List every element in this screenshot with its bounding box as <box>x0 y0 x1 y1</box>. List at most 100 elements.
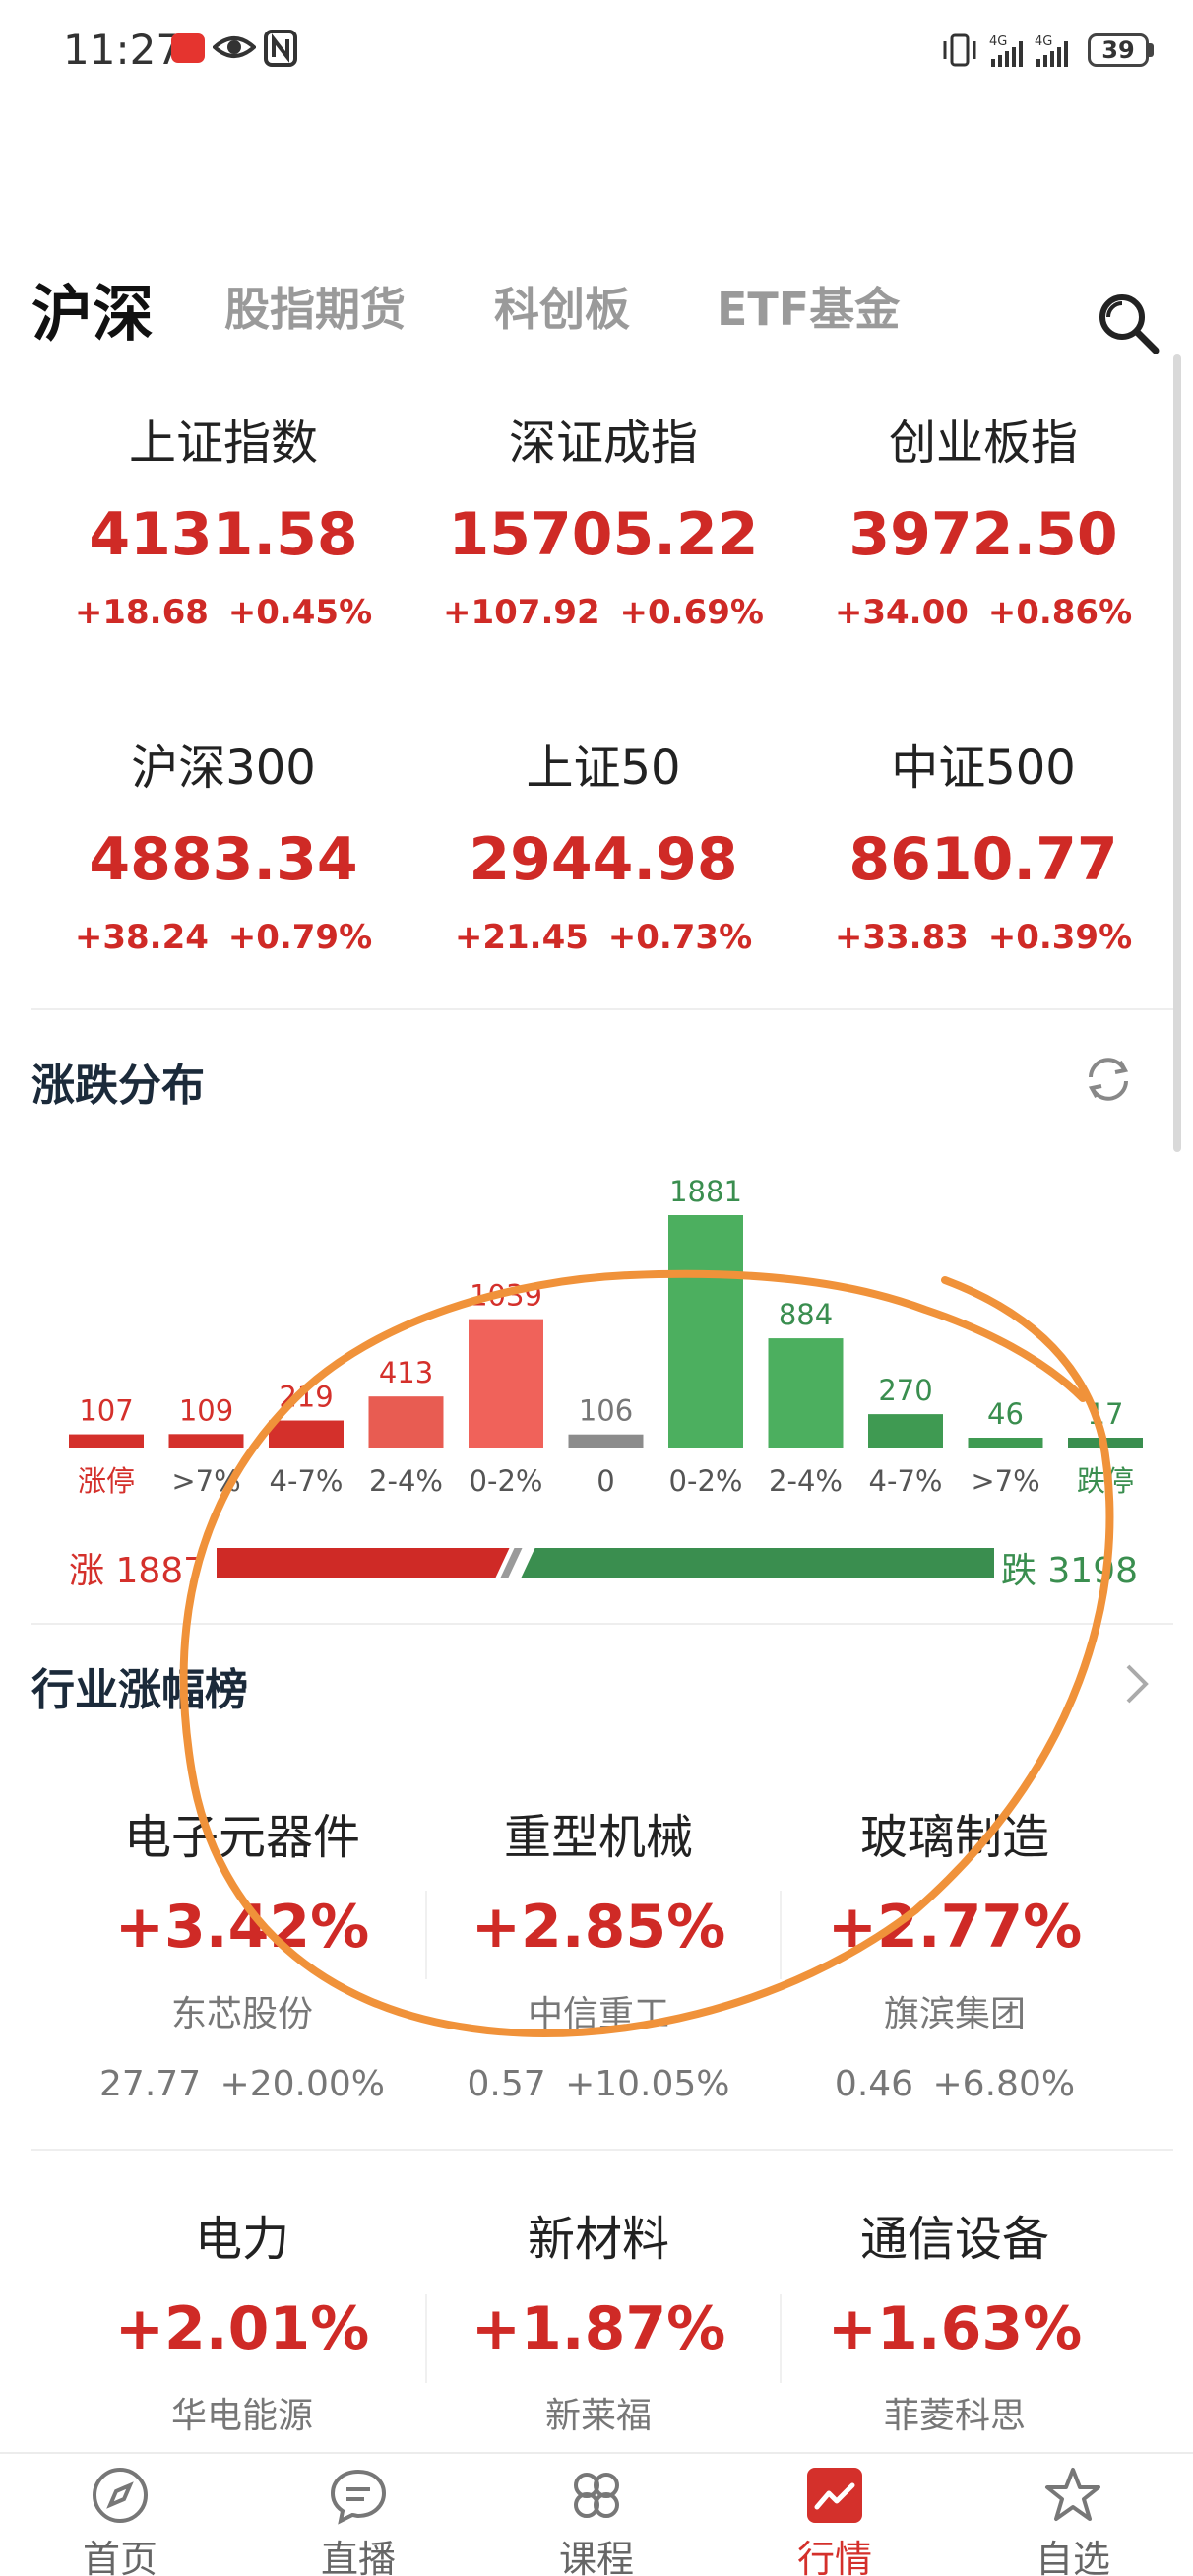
leading-stock: 新莱福 <box>544 2396 652 2436</box>
industry-card[interactable]: 玻璃制造 +2.77% 旗滨集团 0.46 +6.80% <box>778 1798 1132 2104</box>
index-card-csi500[interactable]: 中证500 8610.77 +33.83 +0.39% <box>791 729 1175 957</box>
nav-watchlist[interactable]: 自选 <box>994 2464 1152 2576</box>
industry-change: +2.77% <box>827 1893 1083 1962</box>
status-time: 11:27 <box>63 26 183 74</box>
nfc-icon <box>264 30 297 67</box>
leading-stock: 旗滨集团 <box>883 1994 1026 2034</box>
leading-stock-price: 27.77 +20.00% <box>99 2064 385 2104</box>
up-count-label: 涨 1887 <box>69 1551 207 1591</box>
index-card-sse50[interactable]: 上证50 2944.98 +21.45 +0.73% <box>411 729 795 957</box>
distribution-chart: 107 涨停 109 >7% 219 4-7% 413 2-4% 1039 0-2% 106 0 188… <box>69 1175 1143 1498</box>
bottom-nav: 首页 直播 课程 行情 自选 <box>0 2452 1193 2576</box>
leading-stock: 东芯股份 <box>170 1994 313 2034</box>
tab-star-market[interactable]: 科创板 <box>494 274 630 339</box>
ratio-down-segment <box>521 1548 994 1578</box>
status-right: 4G 4G 39 <box>940 26 1154 75</box>
industry-card[interactable]: 新材料 +1.87% 新莱福 <box>421 2200 776 2438</box>
industry-title[interactable]: 行业涨幅榜 <box>31 1654 248 1717</box>
index-change: +21.45 +0.73% <box>454 918 753 957</box>
industry-card[interactable]: 电力 +2.01% 华电能源 <box>65 2200 419 2438</box>
section-divider <box>31 1008 1173 1010</box>
bar-value-label: 1881 <box>669 1175 742 1208</box>
index-value: 4131.58 <box>89 500 358 569</box>
industry-change: +1.63% <box>827 2294 1083 2363</box>
bar-value-label: 1039 <box>470 1279 542 1313</box>
industry-card[interactable]: 通信设备 +1.63% 菲菱科思 <box>778 2200 1132 2438</box>
industry-name: 玻璃制造 <box>859 1810 1049 1865</box>
index-card-csi300[interactable]: 沪深300 4883.34 +38.24 +0.79% <box>31 729 415 957</box>
bar-value-label: 109 <box>179 1393 233 1427</box>
industry-change: +3.42% <box>114 1893 370 1962</box>
app-notification-icon <box>171 33 205 63</box>
bar-value-label: 884 <box>779 1298 833 1331</box>
index-change: +107.92 +0.69% <box>443 593 764 632</box>
index-name: 沪深300 <box>131 741 316 796</box>
industry-card[interactable]: 电子元器件 +3.42% 东芯股份 27.77 +20.00% <box>65 1798 419 2104</box>
index-card-shenzhen[interactable]: 深证成指 15705.22 +107.92 +0.69% <box>411 404 795 632</box>
index-change: +34.00 +0.86% <box>834 593 1133 632</box>
battery-level: 39 <box>1088 33 1149 67</box>
distribution-bar <box>469 1319 543 1448</box>
industry-name: 通信设备 <box>859 2212 1049 2267</box>
distribution-bar <box>768 1338 844 1448</box>
nav-live[interactable]: 直播 <box>280 2464 437 2576</box>
net-label-2: 4G <box>1035 34 1052 49</box>
nav-label: 课程 <box>558 2538 634 2576</box>
industry-change: +1.87% <box>471 2294 726 2363</box>
section-divider <box>31 2149 1173 2151</box>
bar-category-label: >7% <box>171 1464 240 1498</box>
leading-stock-price: 0.57 +10.05% <box>467 2064 730 2104</box>
industry-name: 重型机械 <box>503 1810 693 1865</box>
index-value: 15705.22 <box>448 500 759 569</box>
distribution-bar <box>668 1215 743 1448</box>
nav-market[interactable]: 行情 <box>756 2464 913 2576</box>
bar-category-label: 4-7% <box>869 1464 943 1498</box>
distribution-bar <box>1068 1438 1143 1448</box>
leading-stock-price: 0.46 +6.80% <box>834 2064 1076 2104</box>
bar-category-label: 涨停 <box>78 1464 135 1498</box>
index-name: 创业板指 <box>888 416 1078 471</box>
chevron-right-icon[interactable] <box>1122 1662 1152 1706</box>
tab-hushen[interactable]: 沪深 <box>31 264 154 353</box>
index-card-chinext[interactable]: 创业板指 3972.50 +34.00 +0.86% <box>791 404 1175 632</box>
index-change: +18.68 +0.45% <box>74 593 373 632</box>
nav-label: 直播 <box>320 2538 396 2576</box>
vibrate-icon <box>943 33 976 67</box>
index-name: 深证成指 <box>508 416 698 471</box>
leading-stock: 中信重工 <box>527 1994 669 2034</box>
net-label-1: 4G <box>989 34 1007 49</box>
distribution-bar <box>868 1414 943 1448</box>
signal-icon: 4G 4G <box>989 34 1068 67</box>
bar-category-label: 0 <box>596 1464 614 1498</box>
bar-value-label: 107 <box>79 1394 133 1428</box>
section-divider <box>31 1623 1173 1625</box>
tab-index-futures[interactable]: 股指期货 <box>224 274 406 339</box>
market-chart-icon <box>807 2468 862 2523</box>
bar-value-label: 46 <box>987 1397 1024 1431</box>
bar-category-label: 2-4% <box>769 1464 843 1498</box>
industry-card[interactable]: 重型机械 +2.85% 中信重工 0.57 +10.05% <box>421 1798 776 2104</box>
bar-category-label: 2-4% <box>369 1464 443 1498</box>
index-value: 3972.50 <box>848 500 1118 569</box>
ratio-bar <box>217 1548 994 1578</box>
tab-etf-funds[interactable]: ETF基金 <box>717 274 900 339</box>
chat-bubble-icon <box>330 2469 387 2525</box>
refresh-icon[interactable] <box>1081 1052 1136 1107</box>
battery-indicator: 39 <box>1088 33 1154 67</box>
bar-value-label: 106 <box>579 1394 633 1428</box>
index-name: 上证指数 <box>128 416 318 471</box>
eye-icon <box>213 36 256 58</box>
distribution-title: 涨跌分布 <box>31 1061 205 1111</box>
industry-change: +2.85% <box>471 1893 726 1962</box>
distribution-bar <box>69 1434 144 1448</box>
nav-home[interactable]: 首页 <box>41 2464 199 2576</box>
nav-courses[interactable]: 课程 <box>518 2464 675 2576</box>
index-card-shanghai[interactable]: 上证指数 4131.58 +18.68 +0.45% <box>31 404 415 632</box>
grid-flower-icon <box>574 2473 619 2518</box>
index-name: 中证500 <box>891 741 1076 796</box>
index-value: 4883.34 <box>89 825 358 894</box>
distribution-bar <box>168 1434 244 1448</box>
leading-stock: 华电能源 <box>170 2396 313 2436</box>
nav-label: 首页 <box>82 2538 157 2576</box>
search-icon[interactable] <box>1095 290 1163 358</box>
